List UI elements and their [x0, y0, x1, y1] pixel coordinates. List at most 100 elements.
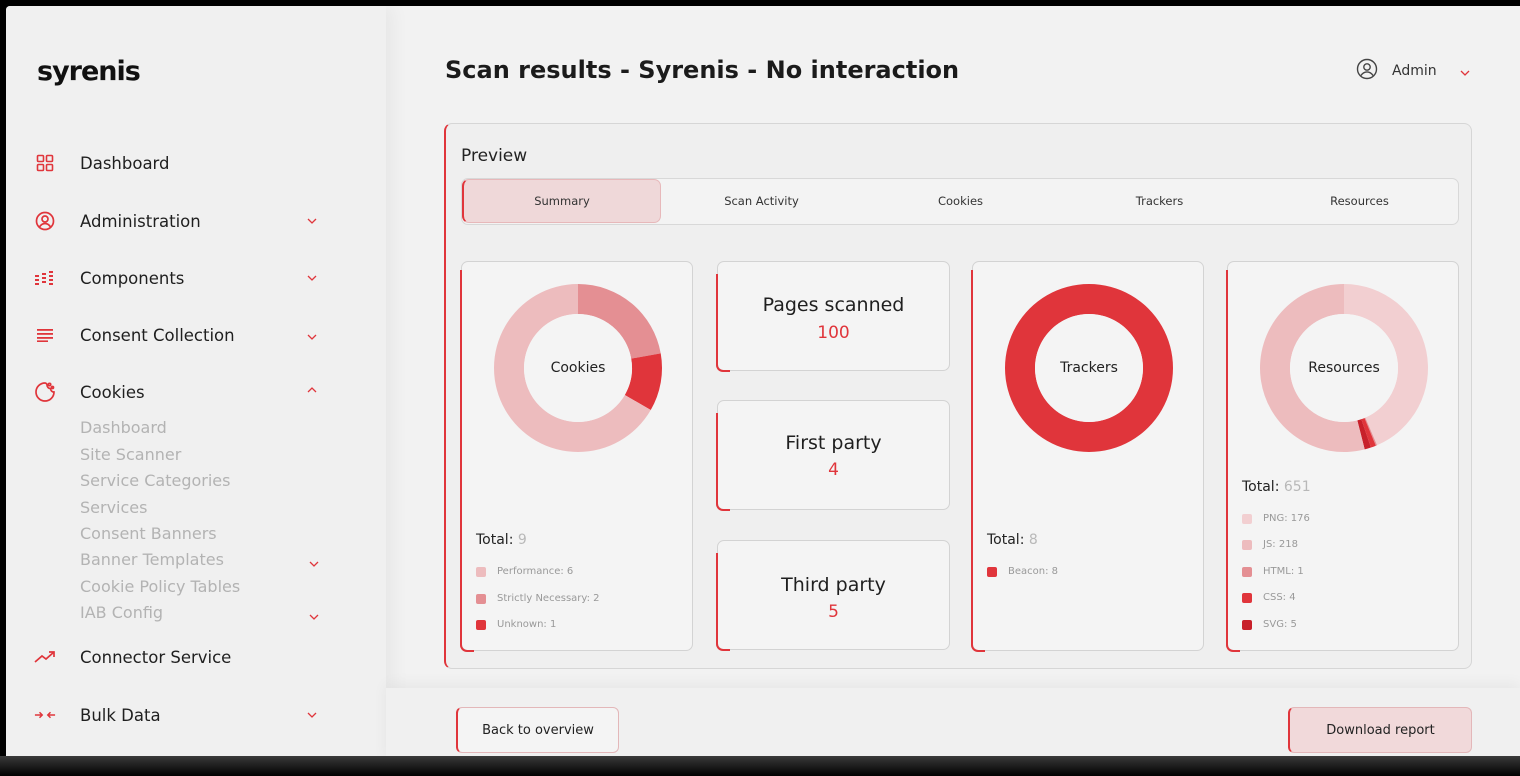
cookies-total: Total: 9: [476, 532, 527, 548]
components-icon: [34, 267, 56, 289]
cookies-donut: Cookies: [490, 280, 666, 456]
legend-label: HTML: 1: [1263, 566, 1304, 577]
grid-icon: [34, 152, 56, 174]
legend-label: Beacon: 8: [1008, 566, 1059, 577]
legend-item: CSS: 4: [1242, 592, 1296, 603]
cookie-icon: [34, 381, 56, 403]
legend-swatch: [476, 566, 486, 577]
screen-edge: [0, 756, 1520, 776]
sub-item-site-scanner[interactable]: Site Scanner: [80, 443, 181, 467]
logo: syrenis: [37, 56, 141, 87]
sub-item-cookie-policy-tables[interactable]: Cookie Policy Tables: [80, 575, 240, 599]
resources-donut: Resources: [1256, 280, 1432, 456]
stat-label: Third party: [781, 574, 886, 596]
stat-value: 5: [828, 602, 839, 622]
legend-item: HTML: 1: [1242, 566, 1304, 577]
arrows-icon: [34, 704, 56, 726]
sidebar-item-bulk-data[interactable]: Bulk Data: [6, 700, 386, 730]
tab-summary[interactable]: Summary: [462, 179, 661, 223]
legend-item: Strictly Necessary: 2: [476, 593, 600, 604]
sidebar-item-dashboard[interactable]: Dashboard: [6, 148, 386, 178]
legend-label: Strictly Necessary: 2: [497, 593, 600, 604]
sub-item-banner-templates[interactable]: Banner Templates: [80, 548, 224, 572]
trend-icon: [34, 646, 56, 668]
tab-resources[interactable]: Resources: [1260, 179, 1459, 223]
user-icon: [1356, 58, 1378, 84]
legend-label: Unknown: 1: [497, 619, 557, 630]
sidebar-item-label: Components: [80, 268, 185, 288]
legend-label: PNG: 176: [1263, 513, 1310, 524]
donut-center-label: Cookies: [550, 360, 606, 376]
page-title: Scan results - Syrenis - No interaction: [445, 56, 960, 84]
sidebar-item-cookies[interactable]: Cookies: [6, 377, 386, 407]
donut-center-label: Trackers: [1060, 360, 1118, 376]
chevron-down-icon: [304, 213, 320, 229]
sidebar-item-label: Cookies: [80, 382, 145, 402]
legend-label: SVG: 5: [1263, 619, 1297, 630]
legend-swatch: [476, 593, 486, 604]
back-to-overview-button[interactable]: Back to overview: [456, 707, 619, 753]
tab-bar: Summary Scan Activity Cookies Trackers R…: [461, 178, 1459, 225]
donut-center-label: Resources: [1308, 360, 1380, 376]
sub-item-dashboard[interactable]: Dashboard: [80, 416, 167, 440]
resources-card: Resources Total: 651 PNG: 176 JS: 218 HT…: [1226, 261, 1459, 652]
legend-swatch: [987, 566, 997, 577]
total-value: 9: [517, 532, 527, 548]
sidebar-item-components[interactable]: Components: [6, 263, 386, 293]
chevron-down-icon: [1459, 62, 1471, 81]
chevron-up-icon: [304, 382, 320, 398]
total-label: Total:: [987, 532, 1025, 548]
legend-item: SVG: 5: [1242, 619, 1297, 630]
sidebar-item-administration[interactable]: Administration: [6, 206, 386, 236]
chevron-down-icon: [304, 270, 320, 286]
chevron-down-icon[interactable]: [306, 556, 322, 572]
sidebar-item-consent-collection[interactable]: Consent Collection: [6, 320, 386, 350]
tab-trackers[interactable]: Trackers: [1060, 179, 1259, 223]
user-name: Admin: [1392, 63, 1437, 79]
download-report-button[interactable]: Download report: [1288, 707, 1472, 753]
chevron-down-icon: [304, 707, 320, 723]
total-value: 651: [1283, 479, 1311, 495]
user-circle-icon: [34, 210, 56, 232]
legend-swatch: [476, 619, 486, 630]
preview-panel: Preview Summary Scan Activity Cookies Tr…: [444, 123, 1472, 669]
sidebar-item-label: Bulk Data: [80, 705, 161, 725]
chevron-down-icon: [304, 329, 320, 345]
stat-label: First party: [785, 432, 882, 454]
tab-scan-activity[interactable]: Scan Activity: [662, 179, 861, 223]
total-label: Total:: [476, 532, 514, 548]
lines-icon: [34, 324, 56, 346]
stat-card-pages-scanned: Pages scanned 100: [716, 261, 950, 372]
chevron-down-icon[interactable]: [306, 609, 322, 625]
legend-swatch: [1242, 539, 1252, 550]
legend-swatch: [1242, 566, 1252, 577]
sidebar-item-label: Dashboard: [80, 153, 170, 173]
sub-item-service-categories[interactable]: Service Categories: [80, 469, 230, 493]
total-value: 8: [1028, 532, 1038, 548]
sub-item-iab-config[interactable]: IAB Config: [80, 601, 163, 625]
trackers-total: Total: 8: [987, 532, 1038, 548]
resources-total: Total: 651: [1242, 479, 1311, 495]
sidebar-item-connector-service[interactable]: Connector Service: [6, 642, 386, 672]
legend-item: Beacon: 8: [987, 566, 1058, 577]
sub-item-services[interactable]: Services: [80, 496, 147, 520]
sidebar: syrenis Dashboard Administration Compone…: [6, 6, 386, 762]
legend-label: CSS: 4: [1263, 592, 1296, 603]
sidebar-item-label: Administration: [80, 211, 201, 231]
legend-swatch: [1242, 619, 1252, 630]
sidebar-item-label: Consent Collection: [80, 325, 235, 345]
legend-swatch: [1242, 513, 1252, 524]
app-window: syrenis Dashboard Administration Compone…: [6, 6, 1520, 762]
user-menu[interactable]: Admin: [1356, 58, 1471, 84]
tab-cookies[interactable]: Cookies: [861, 179, 1060, 223]
stat-label: Pages scanned: [762, 294, 905, 316]
legend-item: Unknown: 1: [476, 619, 556, 630]
total-label: Total:: [1242, 479, 1280, 495]
sidebar-item-label: Connector Service: [80, 647, 232, 667]
sub-item-consent-banners[interactable]: Consent Banners: [80, 522, 217, 546]
trackers-donut: Trackers: [1001, 280, 1177, 456]
trackers-card: Trackers Total: 8 Beacon: 8: [971, 261, 1204, 652]
legend-label: Performance: 6: [497, 566, 574, 577]
preview-label: Preview: [461, 146, 528, 166]
legend-swatch: [1242, 592, 1252, 603]
